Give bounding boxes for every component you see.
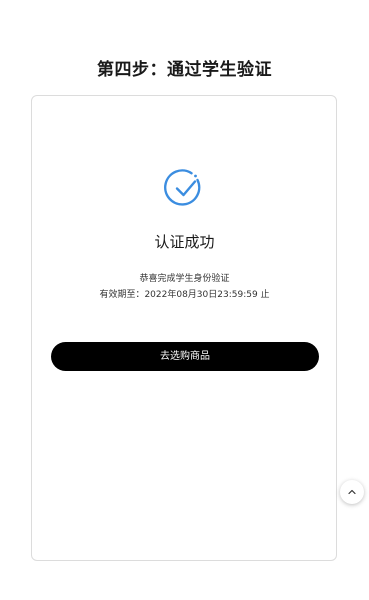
validity-text: 有效期至：2022年08月30日23:59:59 止 [99, 290, 270, 300]
success-message: 恭喜完成学生身份验证 [139, 274, 230, 284]
step-title: 第四步：通过学生验证 [97, 60, 272, 80]
go-shopping-button[interactable]: 去选购商品 [51, 342, 319, 371]
chevron-up-icon [348, 489, 356, 495]
result-card [31, 95, 337, 561]
back-to-top-button[interactable] [340, 480, 364, 504]
page: 第四步：通过学生验证 认证成功 恭喜完成学生身份验证 有效期至：2022年08月… [0, 0, 369, 600]
success-title: 认证成功 [154, 233, 215, 251]
check-circle-icon [164, 169, 201, 206]
